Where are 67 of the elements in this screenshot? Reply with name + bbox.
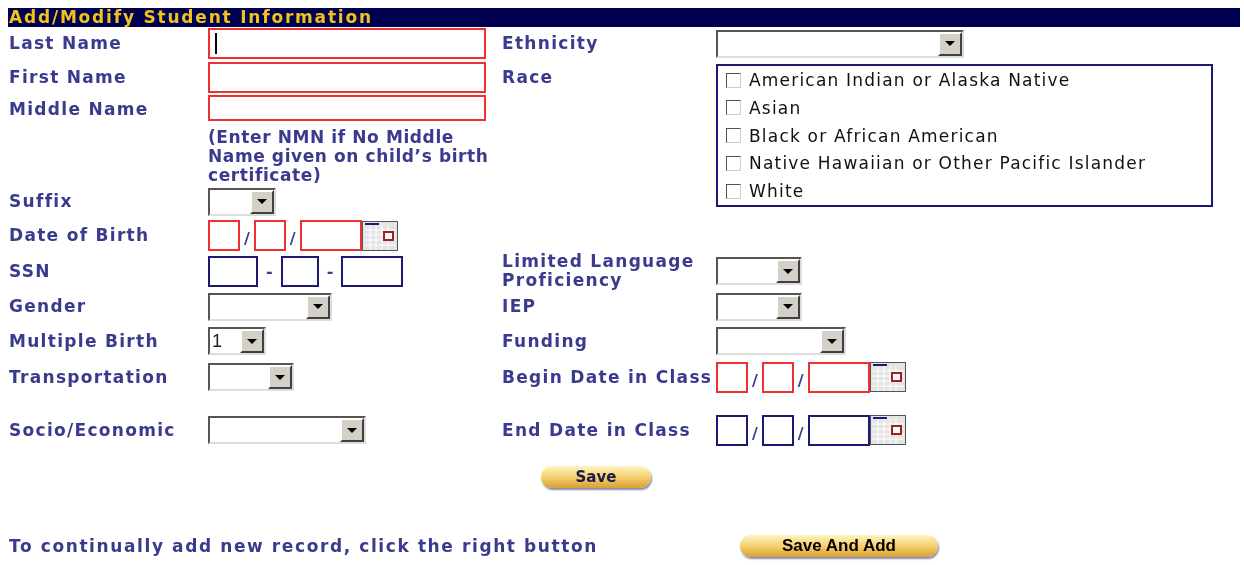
hint-text: (Enter NMN if No Middle Name given on child’s birth certificate): [208, 128, 490, 185]
checkbox-label: Native Hawaiian or Other Pacific Islander: [749, 153, 1147, 174]
dropdown[interactable]: 1: [208, 327, 266, 355]
checkbox[interactable]: [726, 155, 741, 171]
checkbox-label: Asian: [749, 97, 802, 118]
month-field[interactable]: [716, 361, 748, 393]
date-separator: /: [243, 228, 251, 248]
field-label: Middle Name: [9, 100, 149, 119]
calendar-icon[interactable]: [869, 415, 906, 445]
ssn-separator: -: [265, 261, 274, 281]
date-separator: /: [796, 422, 805, 443]
dropdown[interactable]: [208, 363, 294, 391]
date-separator: /: [288, 228, 297, 248]
calendar-icon[interactable]: [361, 220, 398, 251]
dropdown[interactable]: [208, 292, 332, 321]
text-field[interactable]: [208, 28, 486, 59]
field-label: Transportation: [9, 367, 169, 387]
dropdown[interactable]: [716, 292, 802, 321]
dropdown[interactable]: [208, 416, 366, 444]
field-label: Funding: [502, 331, 590, 351]
checkbox-label: Black or African American: [749, 125, 999, 146]
dropdown[interactable]: [716, 257, 802, 285]
checkbox-label: White: [749, 181, 805, 201]
day-field[interactable]: [761, 414, 794, 446]
ssn-field[interactable]: [208, 255, 258, 287]
field-label: SSN: [9, 261, 51, 281]
field-label: Date of Birth: [9, 226, 150, 245]
section-header: Add/Modify Student Information: [8, 8, 1240, 27]
instruction-text: To continually add new record, click the right button: [9, 536, 599, 556]
checkbox-label: American Indian or Alaska Native: [749, 70, 1071, 90]
ssn-field[interactable]: [341, 255, 404, 287]
field-label: IEP: [502, 297, 538, 316]
field-label: Ethnicity: [502, 34, 600, 53]
year-field[interactable]: [299, 220, 362, 251]
date-separator: /: [751, 369, 759, 390]
field-label: Gender: [9, 297, 87, 316]
field-label: Multiple Birth: [9, 331, 159, 351]
checkbox[interactable]: [726, 100, 741, 116]
field-label: First Name: [9, 67, 127, 87]
ssn-separator: -: [325, 261, 335, 281]
calendar-icon[interactable]: [869, 362, 906, 392]
dropdown[interactable]: [716, 327, 846, 355]
dropdown[interactable]: [716, 29, 964, 58]
field-label: Race: [502, 67, 555, 87]
year-field[interactable]: [807, 414, 870, 446]
field-label: Suffix: [9, 192, 73, 211]
text-field[interactable]: [208, 61, 486, 93]
field-label: Last Name: [9, 34, 123, 53]
save-and-add-button[interactable]: Save And Add: [740, 535, 938, 557]
date-separator: /: [796, 369, 805, 390]
field-label: Limited Language Proficiency: [502, 252, 696, 290]
dropdown[interactable]: [208, 187, 276, 216]
save-button[interactable]: Save: [541, 466, 651, 488]
month-field[interactable]: [716, 414, 748, 446]
date-separator: /: [751, 422, 759, 443]
text-field[interactable]: [208, 95, 486, 121]
checkbox[interactable]: [726, 72, 741, 88]
field-label: Begin Date in Class: [502, 367, 714, 387]
month-field[interactable]: [208, 220, 240, 251]
field-label: End Date in Class: [502, 420, 692, 440]
year-field[interactable]: [807, 361, 870, 393]
day-field[interactable]: [253, 220, 286, 251]
checkbox[interactable]: [726, 128, 741, 143]
day-field[interactable]: [761, 361, 794, 393]
ssn-field[interactable]: [280, 255, 319, 287]
field-label: Socio/Economic: [9, 420, 176, 440]
checkbox[interactable]: [726, 183, 741, 199]
